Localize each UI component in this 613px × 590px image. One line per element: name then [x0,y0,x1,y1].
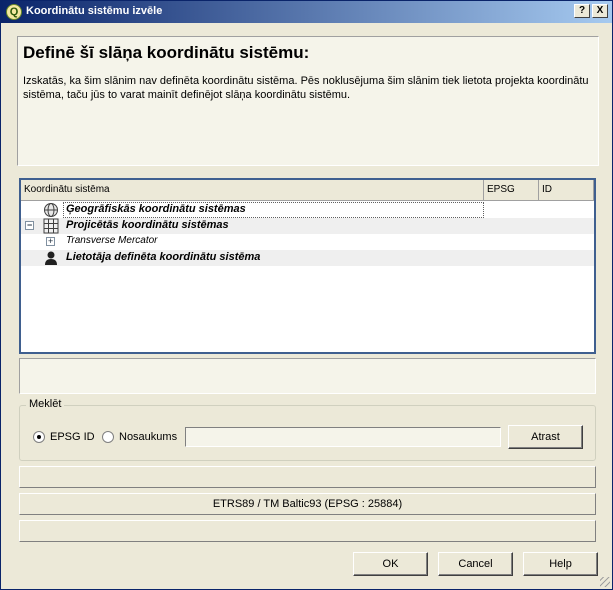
tree-row-label: Lietotāja definēta koordinātu sistēma [66,251,261,263]
window-title: Koordinātu sistēmu izvēle [26,5,163,17]
column-header-id[interactable]: ID [539,180,594,201]
close-button[interactable]: X [592,4,608,18]
epsg-id-radio[interactable] [33,431,45,443]
tree-header: Koordinātu sistēma EPSG ID [21,180,594,201]
cancel-button[interactable]: Cancel [438,552,513,576]
description-text: Izskatās, ka šim slānim nav definēta koo… [23,75,589,101]
tree-row-geographic[interactable]: Ģeogrāfiskās koordinātu sistēmas [21,202,594,218]
title-bar[interactable]: Q Koordinātu sistēmu izvēle ? X [1,1,612,23]
page-title: Definē šī slāņa koordinātu sistēmu: [23,43,310,62]
crs-selector-dialog: Q Koordinātu sistēmu izvēle ? X Definē š… [0,0,613,590]
qgis-logo-icon: Q [6,4,22,20]
search-input[interactable] [185,427,501,447]
info-panel: Definē šī slāņa koordinātu sistēmu: Izsk… [17,36,599,166]
name-label[interactable]: Nosaukums [119,431,177,443]
column-header-crs[interactable]: Koordinātu sistēma [21,180,484,201]
column-header-epsg[interactable]: EPSG [484,180,539,201]
tree-row-label: Ģeogrāfiskās koordinātu sistēmas [66,203,246,215]
tree-row-label: Transverse Mercator [66,235,158,246]
epsg-id-label[interactable]: EPSG ID [50,431,95,443]
help-button[interactable]: Help [523,552,598,576]
search-group-label: Meklēt [26,398,65,410]
globe-icon [44,203,58,217]
context-help-button[interactable]: ? [574,4,590,18]
grid-icon [43,218,59,234]
tree-row-user-defined[interactable]: Lietotāja definēta koordinātu sistēma [21,250,594,266]
find-button[interactable]: Atrast [508,425,583,449]
tree-row-label: Projicētās koordinātu sistēmas [66,219,229,231]
ok-button[interactable]: OK [353,552,428,576]
collapse-icon[interactable]: − [25,221,34,230]
user-icon [45,251,57,265]
name-radio[interactable] [102,431,114,443]
tree-row-projected[interactable]: − Projicētās koordinātu sistēmas [21,218,594,234]
expand-icon[interactable]: + [46,237,55,246]
tree-row-transverse-mercator[interactable]: + Transverse Mercator [21,234,594,250]
recent-crs-item[interactable]: ETRS89 / TM Baltic93 (EPSG : 25884) [19,493,596,515]
selected-crs-display [19,358,596,394]
resize-grip-icon[interactable] [600,577,610,587]
recent-crs-empty-2[interactable] [19,520,596,542]
crs-tree[interactable]: Koordinātu sistēma EPSG ID Ģeogrāfiskās … [19,178,596,354]
recent-crs-empty-1[interactable] [19,466,596,488]
